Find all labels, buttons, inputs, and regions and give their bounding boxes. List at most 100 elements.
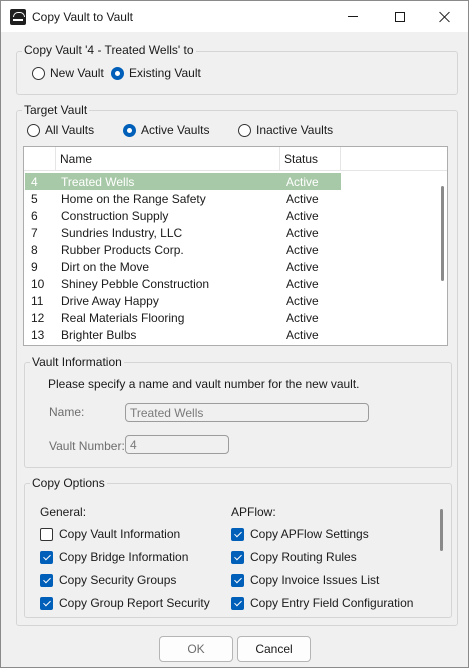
checkbox[interactable] [40, 596, 53, 610]
vault-name-cell: Treated Wells [61, 175, 135, 189]
checkbox-label: Copy Bridge Information [59, 550, 189, 564]
vault-list-row[interactable]: 9 Dirt on the Move Active [25, 258, 341, 275]
vault-list-scrollbar[interactable] [436, 171, 447, 345]
option-copy-entry-field-configuration[interactable]: Copy Entry Field Configuration [231, 596, 413, 610]
vault-list-row[interactable]: 12 Real Materials Flooring Active [25, 309, 341, 326]
ok-button[interactable]: OK [159, 636, 233, 662]
vault-number-cell: 10 [31, 277, 45, 291]
checkbox[interactable] [40, 550, 53, 564]
vault-list-scroll-thumb[interactable] [441, 186, 444, 281]
checkbox[interactable] [231, 573, 244, 587]
checkbox-label: Copy Invoice Issues List [250, 573, 380, 587]
option-copy-vault-information[interactable]: Copy Vault Information [40, 527, 180, 541]
vault-list-row[interactable]: 6 Construction Supply Active [25, 207, 341, 224]
option-copy-security-groups[interactable]: Copy Security Groups [40, 573, 176, 587]
vault-list-row[interactable]: 11 Drive Away Happy Active [25, 292, 341, 309]
radio-all-vaults[interactable]: All Vaults [27, 123, 94, 137]
vault-list-header: Name Status [24, 147, 447, 171]
checkbox[interactable] [231, 596, 244, 610]
checkbox[interactable] [231, 527, 244, 541]
app-icon [10, 9, 26, 25]
vault-name-cell: Real Materials Flooring [61, 311, 185, 325]
vault-name-cell: Dirt on the Move [61, 260, 150, 274]
checkbox-label: Copy Entry Field Configuration [250, 596, 414, 610]
radio-new-vault-label: New Vault [50, 66, 104, 80]
vault-status-cell: Active [286, 294, 319, 308]
vault-list-row[interactable]: 5 Home on the Range Safety Active [25, 190, 341, 207]
vault-status-cell: Active [286, 345, 319, 346]
window-title: Copy Vault to Vault [32, 10, 133, 24]
radio-active-vaults[interactable]: Active Vaults [123, 123, 209, 137]
vault-status-cell: Active [286, 328, 319, 342]
vault-number-cell: 6 [31, 209, 38, 223]
option-copy-group-report-security[interactable]: Copy Group Report Security [40, 596, 210, 610]
vault-status-cell: Active [286, 243, 319, 257]
radio-active-vaults-circle[interactable] [123, 123, 136, 137]
vault-status-cell: Active [286, 209, 319, 223]
checkbox-label: Copy Vault Information [59, 527, 181, 541]
vault-info-legend: Vault Information [30, 355, 124, 369]
vault-info-instructions: Please specify a name and vault number f… [48, 377, 360, 391]
name-field[interactable]: Treated Wells [125, 403, 369, 422]
column-header-number[interactable] [24, 147, 56, 171]
radio-existing-vault-circle[interactable] [111, 66, 124, 80]
checkbox-label: Copy Routing Rules [250, 550, 357, 564]
checkbox[interactable] [40, 573, 53, 587]
minimize-button[interactable] [330, 1, 376, 32]
radio-new-vault-circle[interactable] [32, 66, 45, 80]
radio-new-vault[interactable]: New Vault [32, 66, 104, 80]
cancel-button[interactable]: Cancel [237, 636, 311, 662]
vault-list-row[interactable]: 13 Brighter Bulbs Active [25, 326, 341, 343]
radio-inactive-vaults[interactable]: Inactive Vaults [238, 123, 333, 137]
close-button[interactable] [422, 1, 468, 32]
vault-name-cell: Home on the Range Safety [61, 192, 206, 206]
vault-number-field[interactable]: 4 [125, 435, 229, 454]
checkbox-label: Copy Security Groups [59, 573, 177, 587]
vault-status-cell: Active [286, 175, 319, 189]
maximize-icon [395, 11, 405, 22]
column-header-status[interactable]: Status [280, 147, 341, 171]
copy-options-scroll-thumb[interactable] [440, 509, 443, 551]
vault-list[interactable]: Name Status 4 Treated Wells Active 5 Home on… [23, 146, 448, 346]
vault-number-cell: 13 [31, 328, 45, 342]
radio-existing-vault-label: Existing Vault [129, 66, 201, 80]
vault-name-cell: Drive Away Happy [61, 294, 159, 308]
apflow-heading: APFlow: [231, 505, 276, 519]
vault-name-cell: Shiney Pebble Construction [61, 277, 210, 291]
radio-inactive-vaults-circle[interactable] [238, 123, 251, 137]
option-copy-invoice-issues-list[interactable]: Copy Invoice Issues List [231, 573, 379, 587]
title-bar[interactable]: Copy Vault to Vault [1, 1, 468, 32]
vault-number-cell: 14 [31, 345, 44, 346]
radio-inactive-vaults-label: Inactive Vaults [256, 123, 334, 137]
vault-list-row[interactable]: 8 Rubber Products Corp. Active [25, 241, 341, 258]
copy-target-legend: Copy Vault '4 - Treated Wells' to [22, 43, 196, 57]
radio-existing-vault[interactable]: Existing Vault [111, 66, 201, 80]
vault-number-cell: 9 [31, 260, 38, 274]
vault-number-cell: 11 [31, 294, 44, 308]
maximize-button[interactable] [377, 1, 423, 32]
radio-all-vaults-label: All Vaults [45, 123, 95, 137]
vault-status-cell: Active [286, 311, 319, 325]
checkbox[interactable] [40, 527, 53, 541]
checkbox-label: Copy APFlow Settings [250, 527, 369, 541]
vault-list-row[interactable]: 14 Bo Hood Ceramics Active [25, 343, 341, 346]
vault-list-row[interactable]: 7 Sundries Industry, LLC Active [25, 224, 341, 241]
checkbox[interactable] [231, 550, 244, 564]
vault-status-cell: Active [286, 192, 319, 206]
option-copy-routing-rules[interactable]: Copy Routing Rules [231, 550, 357, 564]
option-copy-apflow-settings[interactable]: Copy APFlow Settings [231, 527, 369, 541]
column-header-name[interactable]: Name [56, 147, 280, 171]
close-icon [439, 11, 451, 23]
radio-all-vaults-circle[interactable] [27, 123, 40, 137]
vault-name-cell: Bo Hood Ceramics [61, 345, 162, 346]
vault-number-cell: 4 [31, 175, 38, 189]
radio-active-vaults-label: Active Vaults [141, 123, 210, 137]
target-vault-legend: Target Vault [22, 103, 90, 117]
checkbox-label: Copy Group Report Security [59, 596, 210, 610]
vault-list-row[interactable]: 10 Shiney Pebble Construction Active [25, 275, 341, 292]
option-copy-bridge-information[interactable]: Copy Bridge Information [40, 550, 188, 564]
vault-list-row[interactable]: 4 Treated Wells Active [25, 173, 341, 190]
vault-number-cell: 8 [31, 243, 38, 257]
vault-number-cell: 7 [31, 226, 38, 240]
vault-number-cell: 12 [31, 311, 45, 325]
